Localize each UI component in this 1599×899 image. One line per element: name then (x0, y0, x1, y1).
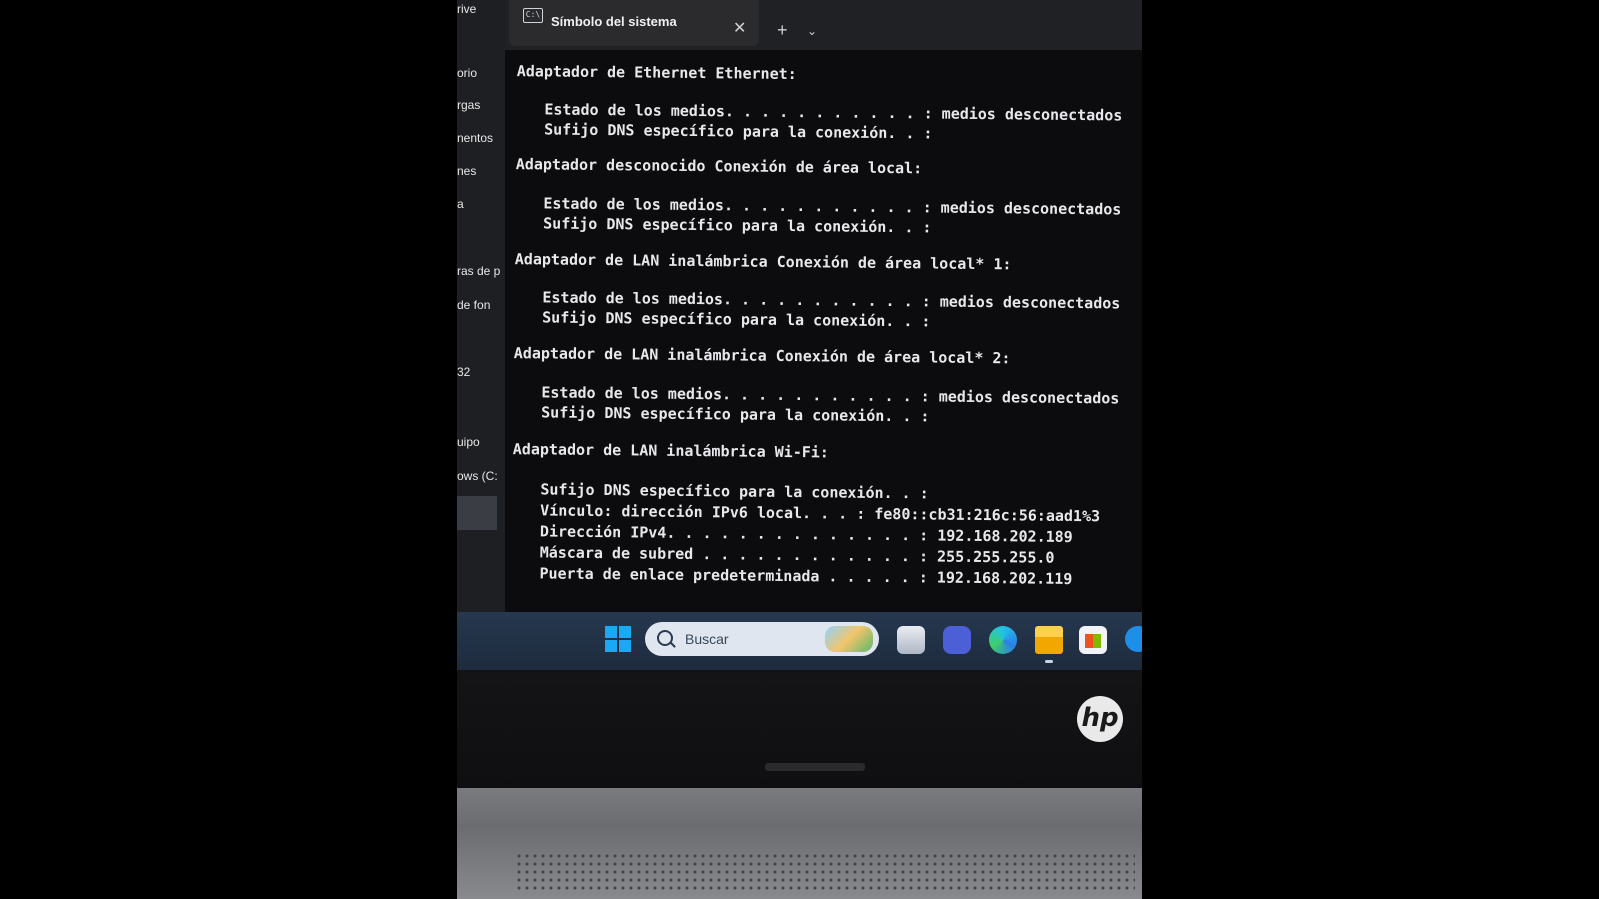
task-view-icon[interactable] (897, 626, 925, 654)
chevron-down-icon[interactable]: ⌄ (807, 24, 817, 38)
speaker-grille (515, 852, 1135, 892)
tab-simbolo-del-sistema[interactable]: C:\ Símbolo del sistema ✕ (509, 0, 759, 46)
sidebar-item[interactable]: ras de p (457, 264, 500, 278)
console-line: Puerta de enlace predeterminada . . . . … (539, 564, 1073, 588)
terminal-tab-bar: C:\ Símbolo del sistema ✕ + ⌄ (505, 0, 1142, 50)
sidebar-item[interactable]: ows (C: (457, 469, 498, 483)
laptop-hinge (765, 763, 865, 771)
taskbar-search-box[interactable]: Buscar (645, 622, 879, 656)
console-line: Vínculo: dirección IPv6 local. . . : fe8… (540, 501, 1101, 526)
console-line: Sufijo DNS específico para la conexión. … (543, 214, 932, 237)
console-line: Adaptador de LAN inalámbrica Wi-Fi: (512, 440, 829, 462)
search-icon (657, 630, 673, 646)
sidebar-item[interactable]: rgas (457, 98, 480, 112)
console-line: Adaptador de Ethernet Ethernet: (516, 62, 797, 84)
sidebar-item[interactable]: orio (457, 66, 477, 80)
laptop-deck (457, 788, 1142, 899)
tab-title: Símbolo del sistema (551, 14, 677, 29)
photo-frame: rive orio rgas nentos nes a ras de p de … (457, 0, 1142, 899)
console-line: Sufijo DNS específico para la conexión. … (540, 480, 929, 503)
sidebar-item[interactable]: nentos (457, 131, 493, 145)
search-placeholder: Buscar (685, 631, 729, 647)
sidebar-item[interactable]: uipo (457, 435, 480, 449)
store-icon[interactable] (1079, 626, 1107, 654)
file-explorer-sidebar: rive orio rgas nentos nes a ras de p de … (457, 0, 506, 612)
console-line: Máscara de subred . . . . . . . . . . . … (539, 543, 1055, 567)
console-line: Sufijo DNS específico para la conexión. … (541, 403, 930, 426)
running-indicator (1045, 660, 1053, 663)
new-tab-button[interactable]: + (777, 20, 788, 41)
console-line: Dirección IPv4. . . . . . . . . . . . . … (539, 522, 1073, 546)
file-explorer-icon[interactable] (1035, 626, 1063, 654)
hp-logo: hp (1077, 696, 1123, 742)
chat-icon[interactable] (943, 626, 971, 654)
sidebar-item[interactable]: de fon (457, 298, 490, 312)
edge-icon[interactable] (989, 626, 1017, 654)
sidebar-selected-item[interactable] (457, 496, 497, 530)
console-line: Sufijo DNS específico para la conexión. … (542, 308, 931, 331)
console-line: Adaptador desconocido Conexión de área l… (515, 155, 923, 178)
sidebar-item[interactable]: 32 (457, 365, 470, 379)
console-line: Sufijo DNS específico para la conexión. … (544, 120, 933, 143)
console-line: Adaptador de LAN inalámbrica Conexión de… (513, 344, 1011, 368)
close-icon[interactable]: ✕ (733, 18, 746, 38)
laptop-bezel: hp (457, 670, 1142, 788)
terminal-window[interactable]: C:\ Símbolo del sistema ✕ + ⌄ Adaptador … (505, 0, 1142, 612)
sidebar-item[interactable]: rive (457, 2, 476, 16)
search-highlight-image (825, 626, 873, 652)
help-icon[interactable] (1125, 626, 1142, 652)
console-line: Adaptador de LAN inalámbrica Conexión de… (514, 250, 1012, 274)
sidebar-item[interactable]: nes (457, 164, 476, 178)
command-prompt-icon: C:\ (523, 8, 543, 23)
sidebar-item[interactable]: a (457, 197, 464, 211)
windows-taskbar: Buscar (457, 612, 1142, 670)
windows-start-icon[interactable] (605, 626, 631, 652)
console-output[interactable]: Adaptador de Ethernet Ethernet: Estado d… (499, 50, 1142, 619)
